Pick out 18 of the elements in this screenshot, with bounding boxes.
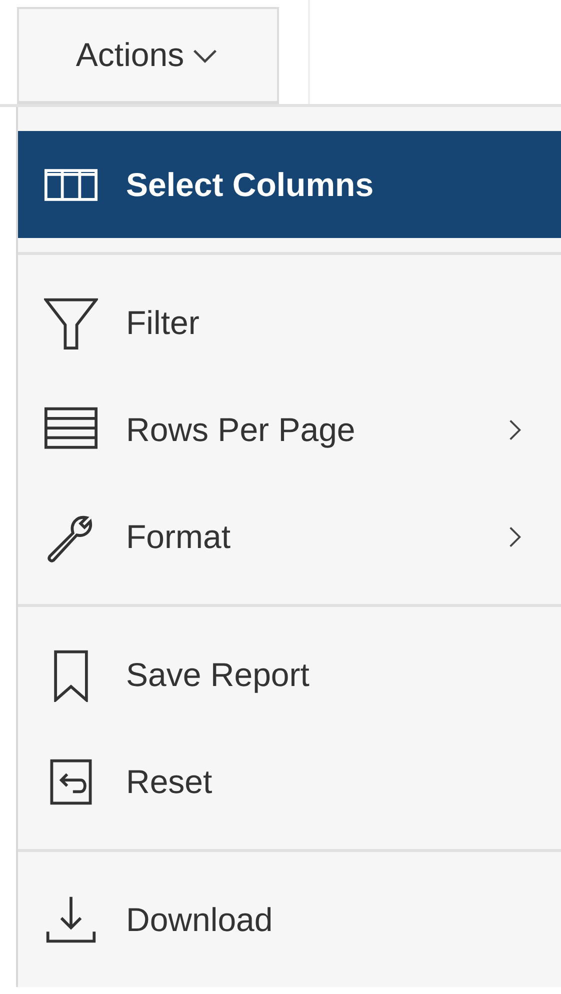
menu-item[interactable]: Format [18, 483, 561, 590]
menu-item[interactable]: Select Columns [18, 131, 561, 238]
menu-item[interactable]: Reset [18, 728, 561, 835]
menu-item-label: Filter [126, 304, 200, 342]
menu-item-label: Format [126, 518, 231, 556]
menu-item-label: Rows Per Page [126, 410, 356, 448]
menu-item-label: Select Columns [126, 166, 374, 204]
menu-item[interactable]: Rows Per Page [18, 376, 561, 483]
chevron-right-icon [508, 418, 522, 442]
menu-item-label: Download [126, 900, 273, 938]
actions-button[interactable]: Actions [17, 7, 279, 104]
menu-item-label: Reset [126, 762, 212, 800]
menu-item-label: Save Report [126, 656, 310, 694]
menu-item[interactable]: Save Report [18, 621, 561, 728]
menu-item[interactable]: Download [18, 866, 561, 973]
chevron-right-icon [508, 524, 522, 548]
filter-icon [44, 296, 98, 350]
menu-item[interactable]: Filter [18, 269, 561, 376]
